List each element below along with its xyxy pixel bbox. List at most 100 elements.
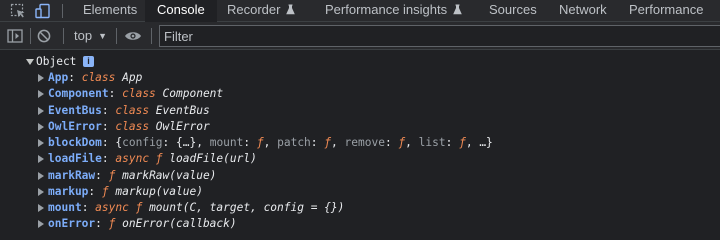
property-value-token: class [122, 87, 156, 101]
property-key: blockDom [48, 136, 102, 149]
inspect-element-icon[interactable] [8, 0, 28, 21]
property-value-token: patch [277, 136, 311, 149]
property-value-token: mount(C, target, config = {}) [142, 201, 345, 214]
tab-sources[interactable]: Sources [479, 0, 547, 21]
property-colon: : [101, 136, 116, 149]
expand-arrow-right-icon[interactable] [38, 204, 44, 212]
expand-arrow-right-icon[interactable] [38, 74, 44, 82]
property-value-token: : [310, 136, 325, 149]
tab-elements[interactable]: Elements [73, 0, 147, 21]
tab-label: Sources [489, 2, 537, 17]
tab-recorder[interactable]: Recorder [217, 0, 305, 21]
filter-field[interactable] [159, 25, 720, 47]
property-value-token: async ƒ [95, 201, 143, 214]
property-value-token: , [263, 136, 278, 149]
property-value-token: ƒ [256, 136, 264, 149]
property-entry: EventBus: class EventBus [48, 103, 210, 119]
expand-arrow-right-icon[interactable] [38, 220, 44, 229]
property-entry: loadFile: async ƒ loadFile(url) [48, 151, 257, 167]
toolbar-divider [116, 28, 117, 44]
tab-performance-insights[interactable]: Performance insights [315, 0, 472, 21]
console-toolbar: top ▼ [0, 22, 720, 50]
property-value-token: onError(callback) [115, 217, 237, 231]
property-entry: markup: ƒ markup(value) [48, 184, 203, 200]
tab-label: Recorder [227, 2, 281, 17]
property-value-token: class [115, 103, 150, 117]
tab-performance[interactable]: Performance [619, 0, 713, 21]
property-row[interactable]: mount: async ƒ mount(C, target, config =… [0, 200, 720, 216]
property-colon: : [101, 103, 116, 117]
object-header-row[interactable]: Object i [0, 54, 720, 70]
property-colon: : [95, 217, 109, 231]
property-row[interactable]: markup: ƒ markup(value) [0, 184, 720, 200]
property-value-token: : [384, 136, 399, 149]
property-value-token: loadFile(url) [162, 152, 257, 166]
property-row[interactable]: onError: ƒ onError(callback) [0, 216, 720, 232]
toolbar-divider [151, 28, 152, 44]
property-value-token: remove [344, 136, 385, 149]
flask-icon [286, 1, 296, 21]
context-selector[interactable]: top ▼ [74, 22, 107, 49]
expand-arrow-right-icon[interactable] [38, 90, 44, 99]
property-row[interactable]: OwlError: class OwlError [0, 119, 720, 135]
property-key: EventBus [48, 103, 102, 117]
property-value-token: : [243, 136, 257, 149]
expand-arrow-right-icon[interactable] [38, 155, 44, 164]
property-row[interactable]: loadFile: async ƒ loadFile(url) [0, 151, 720, 167]
property-colon: : [101, 152, 116, 166]
tab-strip-divider [62, 4, 63, 18]
tab-network[interactable]: Network [549, 0, 617, 21]
toolbar-divider [30, 28, 31, 44]
property-value-token: , [405, 136, 419, 149]
property-value-token: class [115, 119, 150, 133]
dropdown-caret-icon: ▼ [98, 30, 107, 41]
property-key: onError [48, 217, 96, 231]
tab-console[interactable]: Console [145, 0, 217, 22]
property-value-token: ƒ [459, 136, 466, 149]
tab-label: Network [559, 2, 607, 17]
expand-arrow-right-icon[interactable] [38, 187, 44, 196]
tab-label: Console [157, 2, 205, 17]
live-expression-eye-icon[interactable] [124, 22, 144, 49]
property-value-token: async ƒ [115, 152, 163, 166]
property-value-token: mount [209, 136, 244, 149]
devtools-tab-strip: Elements Console Recorder Performance in… [0, 0, 720, 22]
property-entry: Component: class Component [48, 86, 223, 102]
property-row[interactable]: blockDom: {config: {…}, mount: ƒ, patch:… [0, 135, 720, 151]
flask-icon [453, 1, 462, 21]
tab-label: Elements [83, 2, 138, 17]
property-value-token: , …} [465, 136, 493, 149]
property-value-token: class [81, 71, 116, 84]
property-value-token: App [115, 71, 143, 84]
property-value-token: OwlError [149, 119, 210, 133]
object-label: Object [36, 55, 77, 68]
property-key: OwlError [48, 119, 102, 133]
filter-input[interactable] [160, 26, 720, 46]
property-entry: mount: async ƒ mount(C, target, config =… [48, 200, 344, 216]
property-row[interactable]: App: class App [0, 70, 720, 86]
property-row[interactable]: Component: class Component [0, 86, 720, 102]
property-key: Component [48, 87, 109, 101]
property-value-token: , [331, 136, 345, 149]
property-row[interactable]: EventBus: class EventBus [0, 103, 720, 119]
property-value-token: : [445, 136, 460, 149]
property-key: loadFile [48, 152, 102, 166]
property-entry: App: class App [48, 70, 142, 86]
expand-arrow-right-icon[interactable] [38, 106, 44, 115]
expand-arrow-right-icon[interactable] [38, 139, 44, 147]
toolbar-divider [63, 28, 64, 44]
property-colon: : [95, 168, 109, 182]
property-value-token: : {…}, [162, 136, 210, 149]
info-icon[interactable]: i [83, 56, 94, 67]
expand-arrow-down-icon[interactable] [26, 59, 34, 65]
clear-console-icon[interactable] [37, 22, 55, 49]
device-toolbar-icon[interactable] [33, 0, 53, 21]
expand-arrow-right-icon[interactable] [38, 171, 44, 180]
property-value-token: markRaw(value) [115, 168, 217, 182]
expand-arrow-right-icon[interactable] [38, 122, 44, 131]
property-colon: : [108, 87, 123, 101]
sidebar-toggle-icon[interactable] [7, 22, 25, 49]
property-row[interactable]: markRaw: ƒ markRaw(value) [0, 168, 720, 184]
property-colon: : [88, 184, 102, 198]
tab-label: Performance insights [325, 2, 448, 17]
